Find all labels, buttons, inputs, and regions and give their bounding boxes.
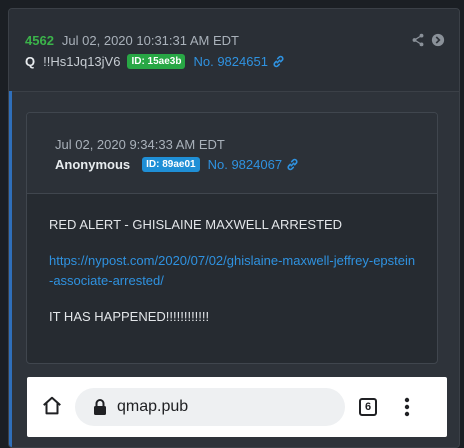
share-icon[interactable] — [411, 33, 425, 47]
post-header: 4562 Jul 02, 2020 10:31:31 AM EDT Q !!Hs… — [9, 9, 459, 92]
post-id-badge: ID: 15ae3b — [127, 54, 186, 69]
quoted-date: Jul 02, 2020 9:34:33 AM EDT — [55, 137, 225, 152]
thread-accent-bar — [9, 91, 12, 447]
quoted-author: Anonymous — [55, 157, 131, 172]
link-icon — [287, 158, 298, 171]
quoted-body: RED ALERT - GHISLAINE MAXWELL ARRESTED h… — [49, 215, 419, 327]
tab-switcher-button[interactable]: 6 — [359, 398, 377, 416]
post-date: Jul 02, 2020 10:31:31 AM EDT — [61, 33, 239, 48]
quoted-headline: RED ALERT - GHISLAINE MAXWELL ARRESTED — [49, 217, 343, 232]
post-card: 4562 Jul 02, 2020 10:31:31 AM EDT Q !!Hs… — [8, 8, 460, 448]
lock-icon — [94, 399, 106, 415]
arrow-circle-right-icon[interactable] — [431, 33, 445, 47]
post-actions — [411, 33, 445, 47]
quoted-date-row: Jul 02, 2020 9:34:33 AM EDT — [55, 137, 225, 152]
browser-address-bar: qmap.pub 6 — [27, 377, 447, 437]
post-ref-text: No. 9824651 — [193, 54, 268, 69]
quoted-url-link[interactable]: https://nypost.com/2020/07/02/ghislaine-… — [49, 251, 419, 291]
home-icon[interactable] — [41, 395, 63, 417]
post-meta-row: 4562 Jul 02, 2020 10:31:31 AM EDT — [25, 33, 239, 48]
post-tripcode: !!Hs1Jq13jV6 — [43, 54, 121, 69]
quoted-id-badge: ID: 89ae01 — [142, 157, 200, 172]
post-author-row: Q !!Hs1Jq13jV6 ID: 15ae3b No. 9824651 — [25, 54, 285, 69]
quoted-ref-link[interactable]: No. 9824067 — [208, 157, 299, 172]
url-field[interactable]: qmap.pub — [75, 388, 345, 426]
post-author: Q — [25, 54, 36, 69]
post-ref-link[interactable]: No. 9824651 — [193, 54, 284, 69]
quoted-post-header: Jul 02, 2020 9:34:33 AM EDT Anonymous ID… — [27, 113, 437, 194]
url-text: qmap.pub — [117, 398, 189, 415]
quoted-ref-text: No. 9824067 — [207, 157, 283, 172]
more-vertical-icon[interactable] — [404, 397, 410, 417]
post-number[interactable]: 4562 — [25, 33, 54, 48]
quoted-exclaim: IT HAS HAPPENED!!!!!!!!!!!! — [49, 309, 210, 324]
quoted-author-row: Anonymous ID: 89ae01 No. 9824067 — [55, 157, 299, 172]
link-icon — [273, 55, 284, 68]
